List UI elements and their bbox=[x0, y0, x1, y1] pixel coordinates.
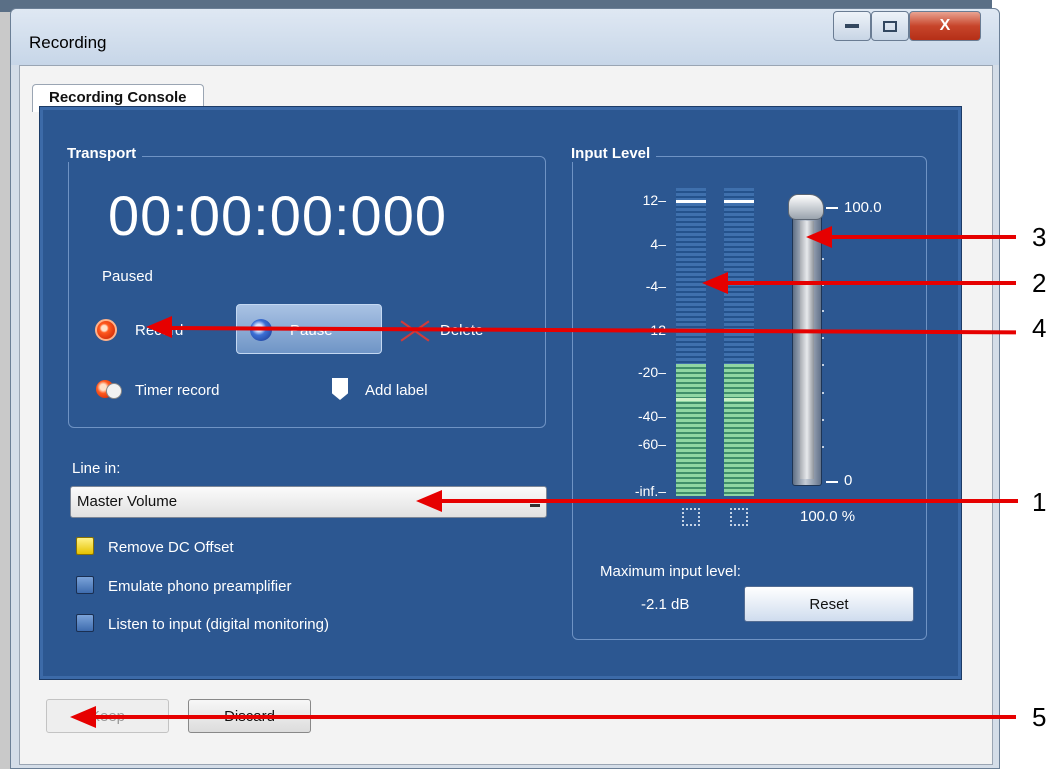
close-icon: X bbox=[939, 17, 951, 34]
callout-arrow-2 bbox=[726, 281, 1016, 285]
slider-min-label: 0 bbox=[844, 472, 853, 489]
slider-tick bbox=[822, 419, 824, 421]
callout-number-1: 1 bbox=[1032, 487, 1047, 517]
emulate-phono-label[interactable]: Emulate phono preamplifier bbox=[108, 578, 291, 595]
timer-record-label[interactable]: Timer record bbox=[135, 382, 219, 399]
scale-label: -20– bbox=[637, 364, 666, 380]
slider-tick bbox=[822, 364, 824, 366]
slider-tick bbox=[822, 392, 824, 394]
callout-arrowhead-3 bbox=[806, 226, 832, 248]
line-in-label: Line in: bbox=[72, 460, 121, 477]
left-channel-meter bbox=[676, 188, 706, 496]
listen-to-input-checkbox[interactable] bbox=[76, 614, 94, 632]
scale-label: -inf.– bbox=[634, 483, 666, 499]
window-title: Recording bbox=[29, 33, 107, 52]
title-bar[interactable]: Recording X bbox=[11, 9, 999, 65]
scale-label: -60– bbox=[637, 436, 666, 452]
slider-max-tick bbox=[826, 207, 838, 209]
line-in-selected: Master Volume bbox=[77, 493, 178, 510]
slider-thumb[interactable] bbox=[788, 194, 824, 220]
callout-number-4: 4 bbox=[1032, 313, 1047, 343]
minimize-icon bbox=[845, 24, 859, 28]
listen-to-input-label[interactable]: Listen to input (digital monitoring) bbox=[108, 616, 329, 633]
callout-number-2: 2 bbox=[1032, 268, 1047, 298]
add-label-label[interactable]: Add label bbox=[365, 382, 428, 399]
scale-label: -40– bbox=[637, 408, 666, 424]
left-level-marker bbox=[676, 398, 706, 401]
left-peak-marker bbox=[676, 200, 706, 203]
close-button[interactable]: X bbox=[909, 11, 981, 41]
callout-arrowhead-2 bbox=[702, 272, 728, 294]
right-channel-meter bbox=[724, 188, 754, 496]
scale-label: 4– bbox=[650, 236, 666, 252]
slider-percent-readout: 100.0 % bbox=[800, 508, 856, 525]
right-clip-indicator bbox=[730, 508, 748, 526]
record-icon[interactable] bbox=[95, 319, 117, 341]
input-volume-slider[interactable] bbox=[792, 214, 822, 486]
transport-title: Transport bbox=[67, 145, 143, 162]
callout-arrowhead-1 bbox=[416, 490, 442, 512]
maximize-button[interactable] bbox=[871, 11, 909, 41]
left-clip-indicator bbox=[682, 508, 700, 526]
timer-record-icon[interactable] bbox=[96, 380, 124, 399]
right-level-marker bbox=[724, 398, 754, 401]
reset-button-label: Reset bbox=[809, 595, 849, 613]
input-level-title: Input Level bbox=[571, 145, 657, 162]
slider-min-tick bbox=[826, 481, 838, 483]
slider-max-label: 100.0 bbox=[844, 199, 882, 216]
desktop-background-right bbox=[992, 0, 1052, 769]
max-input-level-label: Maximum input level: bbox=[600, 563, 741, 580]
callout-arrow-3 bbox=[830, 235, 1016, 239]
slider-tick bbox=[822, 337, 824, 339]
slider-tick bbox=[822, 258, 824, 260]
callout-arrow-5 bbox=[94, 715, 1016, 719]
max-input-level-value: -2.1 dB bbox=[641, 596, 690, 613]
emulate-phono-checkbox[interactable] bbox=[76, 576, 94, 594]
scale-label: -4– bbox=[645, 278, 666, 294]
reset-button[interactable]: Reset bbox=[744, 586, 914, 622]
right-meter-fill bbox=[724, 364, 754, 496]
slider-fill bbox=[800, 221, 814, 479]
minimize-button[interactable] bbox=[833, 11, 871, 41]
callout-arrowhead-4 bbox=[146, 316, 172, 338]
remove-dc-offset-checkbox[interactable] bbox=[76, 537, 94, 555]
time-counter: 00:00:00:000 bbox=[108, 184, 447, 247]
callout-number-3: 3 bbox=[1032, 222, 1047, 252]
scale-label: 12– bbox=[642, 192, 666, 208]
callout-arrow-1 bbox=[440, 499, 1018, 503]
right-peak-marker bbox=[724, 200, 754, 203]
remove-dc-offset-label[interactable]: Remove DC Offset bbox=[108, 539, 234, 556]
slider-tick bbox=[822, 310, 824, 312]
callout-number-5: 5 bbox=[1032, 702, 1047, 732]
transport-status: Paused bbox=[102, 268, 153, 285]
maximize-icon bbox=[883, 20, 897, 32]
slider-tick bbox=[822, 446, 824, 448]
callout-arrowhead-5 bbox=[70, 706, 96, 728]
left-meter-fill bbox=[676, 364, 706, 496]
